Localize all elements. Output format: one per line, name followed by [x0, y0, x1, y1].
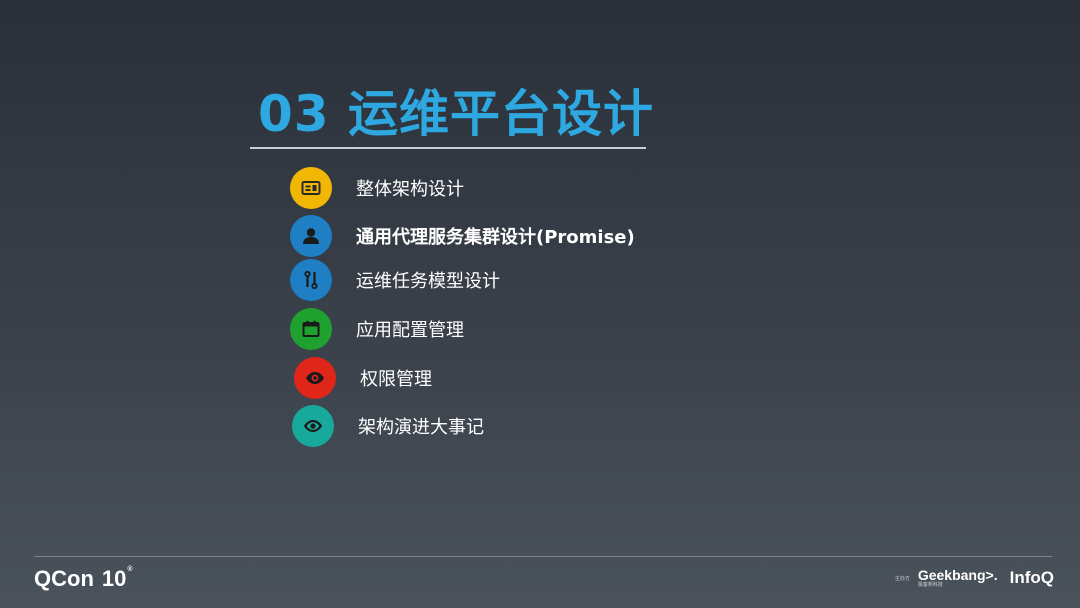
infoq-logo: InfoQ	[1009, 568, 1054, 587]
agenda-item-evolution: 架构演进大事记	[290, 404, 484, 448]
slide-title: 03 运维平台设计	[258, 85, 654, 143]
geekbang-subtitle: 极客邦科技	[917, 582, 943, 588]
footer-divider	[34, 556, 1052, 557]
qcon-edition: 10 ®	[102, 566, 133, 592]
host-label: 主办方	[894, 575, 910, 582]
qcon-logo: QCon	[34, 566, 94, 591]
agenda-label: 通用代理服务集群设计(Promise)	[356, 227, 635, 248]
agenda-item-architecture: 整体架构设计	[290, 166, 464, 210]
geekbang-logo: Geekbang>. 极客邦科技	[918, 568, 998, 588]
user-icon	[290, 215, 332, 257]
eye-cycle-icon	[292, 405, 334, 447]
agenda-item-proxy-cluster: 通用代理服务集群设计(Promise)	[290, 214, 635, 258]
tools-icon	[290, 259, 332, 301]
agenda-item-permission: 权限管理	[290, 356, 432, 400]
agenda-item-task-model: 运维任务模型设计	[290, 258, 500, 302]
qcon-edition-number: 10	[101, 566, 127, 591]
calendar-icon	[290, 308, 332, 350]
sponsor-logos: 主办方 Geekbang>. 极客邦科技 InfoQ	[895, 568, 1054, 588]
agenda-label: 整体架构设计	[356, 179, 464, 200]
agenda-label: 权限管理	[360, 369, 432, 390]
title-underline	[250, 147, 646, 149]
agenda-label: 运维任务模型设计	[356, 271, 500, 292]
geekbang-wordmark: Geekbang>.	[917, 567, 998, 583]
qcon-brand: QCon 10 ®	[34, 566, 133, 592]
id-card-icon	[290, 167, 332, 209]
registered-mark-icon: ®	[127, 566, 133, 573]
agenda-label: 应用配置管理	[356, 320, 464, 341]
agenda-item-config: 应用配置管理	[290, 307, 464, 351]
agenda-label: 架构演进大事记	[358, 417, 484, 438]
eye-icon	[294, 357, 336, 399]
